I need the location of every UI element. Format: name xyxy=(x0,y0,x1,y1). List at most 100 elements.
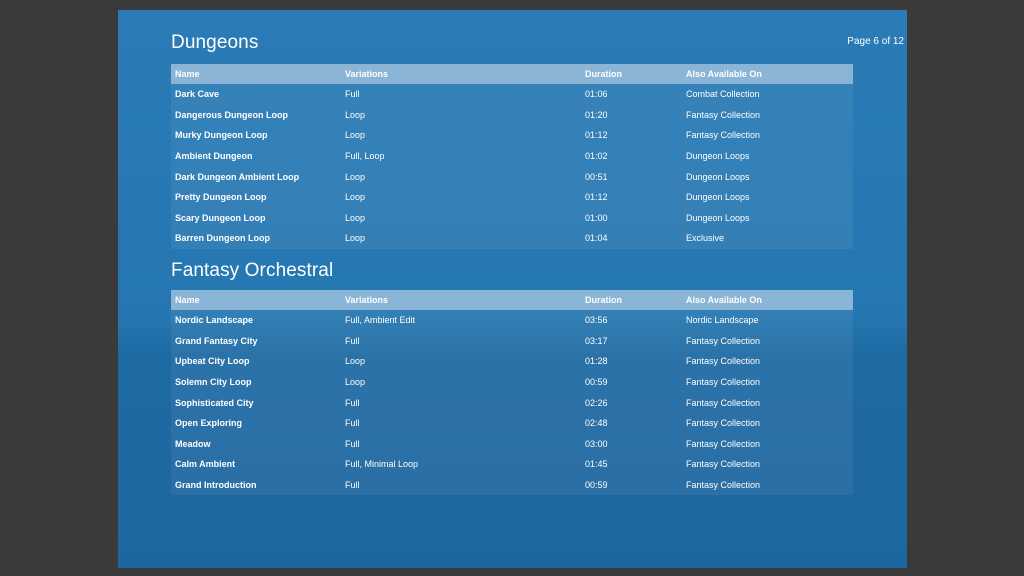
page-number: Page 6 of 12 xyxy=(847,36,904,47)
track-name: Ambient Dungeon xyxy=(175,151,253,162)
track-name: Murky Dungeon Loop xyxy=(175,130,268,141)
track-duration: 03:00 xyxy=(585,438,608,449)
track-available: Dungeon Loops xyxy=(686,151,750,162)
track-name: Scary Dungeon Loop xyxy=(175,212,266,223)
table-row: Nordic Landscape Full, Ambient Edit 03:56 N… xyxy=(171,310,853,331)
track-available: Fantasy Collection xyxy=(686,377,761,388)
table-row: Murky Dungeon Loop Loop 01:12 Fantasy Colle… xyxy=(171,125,853,146)
column-header-name: Name xyxy=(175,295,200,305)
track-available: Fantasy Collection xyxy=(686,335,761,346)
column-header-duration: Duration xyxy=(585,295,622,305)
track-variations: Full xyxy=(345,335,360,346)
track-name: Nordic Landscape xyxy=(175,315,254,326)
table-row: Meadow Full 03:00 Fantasy Collection xyxy=(171,434,853,455)
table-row: Solemn City Loop Loop 00:59 Fantasy Collect… xyxy=(171,372,853,393)
track-variations: Full, Loop xyxy=(345,151,385,162)
track-name: Sophisticated City xyxy=(175,397,254,408)
tracks-table: Name Variations Duration Also Available … xyxy=(171,290,853,496)
table-row: Sophisticated City Full 02:26 Fantasy Colle… xyxy=(171,392,853,413)
track-name: Calm Ambient xyxy=(175,459,236,470)
table-row: Dangerous Dungeon Loop Loop 01:20 Fantasy C… xyxy=(171,105,853,126)
track-name: Open Exploring xyxy=(175,418,243,429)
track-name: Dark Dungeon Ambient Loop xyxy=(175,171,300,182)
section-fantasy-orchestral: Fantasy Orchestral Name Variations Durat… xyxy=(171,258,853,496)
track-duration: 00:59 xyxy=(585,377,608,388)
section-title: Fantasy Orchestral xyxy=(171,260,334,281)
track-variations: Full, Ambient Edit xyxy=(345,315,416,326)
track-duration: 02:26 xyxy=(585,397,608,408)
track-available: Fantasy Collection xyxy=(686,438,761,449)
track-name: Solemn City Loop xyxy=(175,377,252,388)
track-variations: Loop xyxy=(345,130,366,141)
track-duration: 01:04 xyxy=(585,233,608,244)
track-name: Meadow xyxy=(175,438,211,449)
table-row: Grand Fantasy City Full 03:17 Fantasy Colle… xyxy=(171,331,853,352)
track-duration: 01:06 xyxy=(585,89,608,100)
table-body: Dark Cave Full 01:06 Combat Collection Dang… xyxy=(171,84,853,249)
track-variations: Full xyxy=(345,438,360,449)
track-duration: 01:45 xyxy=(585,459,608,470)
table-row: Barren Dungeon Loop Loop 01:04 Exclusive xyxy=(171,228,853,249)
table-row: Upbeat City Loop Loop 01:28 Fantasy Collect… xyxy=(171,351,853,372)
track-available: Fantasy Collection xyxy=(686,109,761,120)
track-variations: Loop xyxy=(345,192,366,203)
table-header: Name Variations Duration Also Available … xyxy=(171,64,853,84)
track-variations: Full xyxy=(345,89,360,100)
header-row: Name Variations Duration Also Available … xyxy=(171,290,853,310)
track-variations: Loop xyxy=(345,109,366,120)
track-duration: 01:20 xyxy=(585,109,608,120)
track-duration: 01:00 xyxy=(585,212,608,223)
track-duration: 01:28 xyxy=(585,356,608,367)
track-name: Pretty Dungeon Loop xyxy=(175,192,267,203)
track-variations: Loop xyxy=(345,233,366,244)
table-row: Ambient Dungeon Full, Loop 01:02 Dungeon Lo… xyxy=(171,146,853,167)
table-row: Grand Introduction Full 00:59 Fantasy Colle… xyxy=(171,475,853,496)
column-header-available: Also Available On xyxy=(686,295,762,305)
track-name: Dangerous Dungeon Loop xyxy=(175,109,288,120)
track-variations: Loop xyxy=(345,377,366,388)
track-available: Nordic Landscape xyxy=(686,315,759,326)
track-variations: Full xyxy=(345,480,360,491)
track-available: Dungeon Loops xyxy=(686,171,750,182)
column-header-variations: Variations xyxy=(345,295,389,305)
track-duration: 03:56 xyxy=(585,315,608,326)
track-name: Grand Fantasy City xyxy=(175,335,258,346)
track-available: Fantasy Collection xyxy=(686,418,761,429)
track-name: Upbeat City Loop xyxy=(175,356,250,367)
track-duration: 01:12 xyxy=(585,130,608,141)
track-variations: Loop xyxy=(345,356,366,367)
track-available: Fantasy Collection xyxy=(686,459,761,470)
track-available: Fantasy Collection xyxy=(686,130,761,141)
section-dungeons: Dungeons Name Variations Duration Also A… xyxy=(171,32,853,249)
track-name: Barren Dungeon Loop xyxy=(175,233,270,244)
table-row: Dark Dungeon Ambient Loop Loop 00:51 Dungeo… xyxy=(171,166,853,187)
track-variations: Loop xyxy=(345,171,366,182)
track-available: Combat Collection xyxy=(686,89,760,100)
table-row: Calm Ambient Full, Minimal Loop 01:45 Fanta… xyxy=(171,454,853,475)
track-duration: 01:12 xyxy=(585,192,608,203)
column-header-name: Name xyxy=(175,69,200,79)
document-page: Page 6 of 12 Dungeons Name Variations Du… xyxy=(118,10,907,568)
table-row: Dark Cave Full 01:06 Combat Collection xyxy=(171,84,853,105)
column-header-variations: Variations xyxy=(345,69,389,79)
track-available: Dungeon Loops xyxy=(686,212,750,223)
track-available: Fantasy Collection xyxy=(686,480,761,491)
column-header-available: Also Available On xyxy=(686,69,762,79)
track-name: Dark Cave xyxy=(175,89,220,100)
track-available: Dungeon Loops xyxy=(686,192,750,203)
track-duration: 01:02 xyxy=(585,151,608,162)
table-body: Nordic Landscape Full, Ambient Edit 03:56 N… xyxy=(171,310,853,496)
track-variations: Full xyxy=(345,397,360,408)
track-duration: 00:51 xyxy=(585,171,608,182)
table-header: Name Variations Duration Also Available … xyxy=(171,290,853,310)
column-header-duration: Duration xyxy=(585,69,622,79)
track-available: Exclusive xyxy=(686,233,725,244)
table-row: Scary Dungeon Loop Loop 01:00 Dungeon Loops xyxy=(171,208,853,229)
table-row: Open Exploring Full 02:48 Fantasy Collectio… xyxy=(171,413,853,434)
track-name: Grand Introduction xyxy=(175,480,257,491)
track-variations: Full, Minimal Loop xyxy=(345,459,419,470)
track-available: Fantasy Collection xyxy=(686,356,761,367)
section-title: Dungeons xyxy=(171,32,259,53)
tracks-table: Name Variations Duration Also Available … xyxy=(171,64,853,249)
track-duration: 02:48 xyxy=(585,418,608,429)
